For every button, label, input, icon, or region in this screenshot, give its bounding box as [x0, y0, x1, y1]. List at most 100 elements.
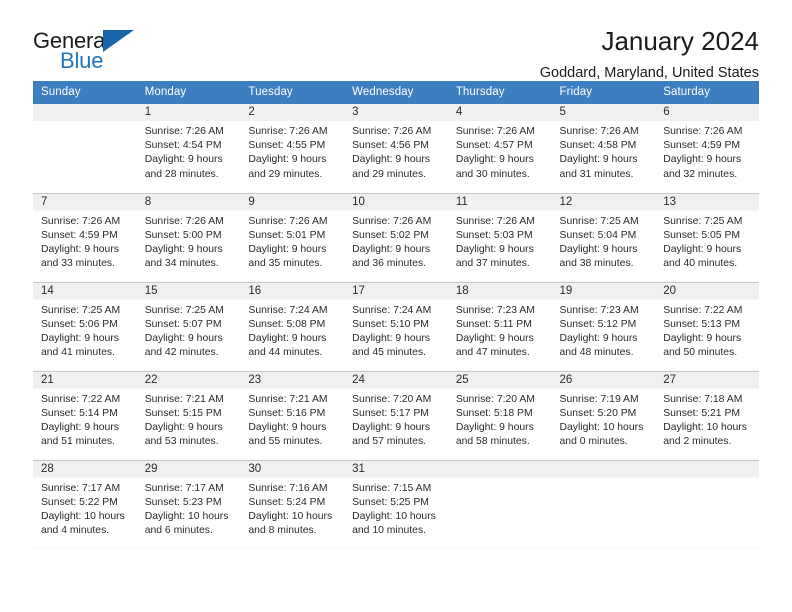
calendar-day-cell[interactable]: 14 Sunrise: 7:25 AM Sunset: 5:06 PM Dayligh… [33, 281, 137, 371]
daylight-text-line1: Daylight: 9 hours [144, 332, 223, 344]
title-block: January 2024 Goddard, Maryland, United S… [143, 26, 759, 83]
calendar-day-cell[interactable]: 11 Sunrise: 7:26 AM Sunset: 5:03 PM Dayligh… [447, 192, 552, 282]
day-number: 4 [455, 106, 463, 118]
sunrise-text: Sunrise: 7:25 AM [559, 215, 639, 227]
day-number: 14 [41, 284, 54, 297]
calendar-day-cell[interactable]: 3 Sunrise: 7:26 AM Sunset: 4:56 PM Daylight… [344, 104, 448, 193]
page-subtitle: Goddard, Maryland, United States [539, 65, 759, 81]
day-number: 19 [559, 284, 573, 297]
general-blue-logo[interactable]: General Blue [33, 26, 143, 74]
day-number: 24 [352, 373, 365, 386]
day-cell-inner: 19 Sunrise: 7:23 AM Sunset: 5:12 PM Dayligh… [552, 283, 656, 371]
calendar-day-cell[interactable]: 10 Sunrise: 7:26 AM Sunset: 5:02 PM Dayligh… [344, 192, 448, 282]
day-detail-lines: Sunrise: 7:26 AM Sunset: 4:57 PM Daylight:… [456, 121, 545, 182]
calendar-day-cell[interactable]: 24 Sunrise: 7:20 AM Sunset: 5:17 PM Dayligh… [344, 370, 448, 460]
day-number: 6 [663, 106, 670, 118]
page-header: General Blue January 2024 Goddard, Maryl… [33, 0, 759, 81]
daylight-text-line2: and 50 minutes. [663, 347, 738, 359]
day-detail-lines: Sunrise: 7:18 AM Sunset: 5:21 PM Daylight:… [663, 389, 752, 450]
calendar-day-cell[interactable]: 31 Sunrise: 7:15 AM Sunset: 5:25 PM Dayligh… [344, 459, 448, 549]
calendar-day-cell[interactable]: 4 Sunrise: 7:26 AM Sunset: 4:57 PM Daylight… [447, 104, 552, 193]
sunset-text: Sunset: 4:58 PM [559, 140, 637, 152]
calendar-day-cell[interactable]: 9 Sunrise: 7:26 AM Sunset: 5:01 PM Daylight… [240, 192, 345, 282]
calendar-day-cell[interactable]: 23 Sunrise: 7:21 AM Sunset: 5:16 PM Dayligh… [240, 370, 345, 460]
calendar-day-cell[interactable]: 16 Sunrise: 7:24 AM Sunset: 5:08 PM Dayligh… [240, 281, 345, 371]
day-number: 25 [455, 373, 469, 386]
day-cell-inner: 26 Sunrise: 7:19 AM Sunset: 5:20 PM Dayligh… [552, 372, 656, 460]
daylight-text-line2: and 48 minutes. [559, 347, 634, 359]
calendar-day-cell[interactable]: 20 Sunrise: 7:22 AM Sunset: 5:13 PM Dayligh… [655, 281, 759, 371]
calendar-day-cell[interactable]: 5 Sunrise: 7:26 AM Sunset: 4:58 PM Daylight… [551, 104, 656, 193]
calendar-day-cell[interactable]: 13 Sunrise: 7:25 AM Sunset: 5:05 PM Dayligh… [655, 192, 759, 282]
daylight-text-line2: and 53 minutes. [144, 436, 219, 448]
sunset-text: Sunset: 5:23 PM [144, 496, 222, 508]
daylight-text-line2: and 30 minutes. [455, 168, 530, 180]
sunset-text: Sunset: 5:16 PM [248, 407, 326, 419]
sunrise-text: Sunrise: 7:20 AM [455, 393, 535, 405]
day-number [456, 461, 545, 478]
calendar-day-cell[interactable]: 7 Sunrise: 7:26 AM Sunset: 4:59 PM Daylight… [33, 192, 137, 282]
day-detail-lines: Sunrise: 7:26 AM Sunset: 5:03 PM Daylight:… [456, 211, 545, 272]
calendar-day-cell[interactable]: 22 Sunrise: 7:21 AM Sunset: 5:15 PM Dayligh… [136, 370, 241, 460]
day-detail-lines: Sunrise: 7:25 AM Sunset: 5:04 PM Daylight:… [560, 211, 649, 272]
day-cell-inner: 27 Sunrise: 7:18 AM Sunset: 5:21 PM Dayligh… [655, 372, 759, 460]
day-cell-inner: 17 Sunrise: 7:24 AM Sunset: 5:10 PM Dayligh… [344, 283, 448, 371]
day-cell-inner: 2 Sunrise: 7:26 AM Sunset: 4:55 PM Daylight… [240, 104, 344, 192]
calendar-week-row: 14 Sunrise: 7:25 AM Sunset: 5:06 PM Dayligh… [33, 281, 759, 371]
weekday-header-sunday: Sunday [33, 81, 137, 104]
day-cell-inner: 4 Sunrise: 7:26 AM Sunset: 4:57 PM Daylight… [448, 104, 552, 192]
sunset-text: Sunset: 4:59 PM [41, 229, 118, 241]
sunrise-text: Sunrise: 7:23 AM [559, 304, 639, 316]
daylight-text-line2: and 6 minutes. [144, 525, 213, 537]
day-detail-lines: Sunrise: 7:25 AM Sunset: 5:06 PM Daylight:… [41, 300, 130, 361]
sunrise-text: Sunrise: 7:17 AM [144, 482, 224, 494]
calendar-day-cell[interactable]: 8 Sunrise: 7:26 AM Sunset: 5:00 PM Daylight… [136, 192, 241, 282]
calendar-day-cell[interactable]: 2 Sunrise: 7:26 AM Sunset: 4:55 PM Daylight… [240, 104, 345, 193]
calendar-day-cell[interactable]: 1 Sunrise: 7:26 AM Sunset: 4:54 PM Daylight… [136, 104, 241, 193]
calendar-day-cell[interactable]: 21 Sunrise: 7:22 AM Sunset: 5:14 PM Dayligh… [33, 370, 137, 460]
calendar-day-cell[interactable]: 12 Sunrise: 7:25 AM Sunset: 5:04 PM Dayligh… [551, 192, 656, 282]
calendar-day-cell[interactable]: 30 Sunrise: 7:16 AM Sunset: 5:24 PM Dayligh… [240, 459, 345, 549]
day-detail-lines: Sunrise: 7:22 AM Sunset: 5:14 PM Daylight:… [41, 389, 130, 450]
weekday-header-saturday: Saturday [655, 81, 759, 104]
calendar-day-cell[interactable]: 17 Sunrise: 7:24 AM Sunset: 5:10 PM Dayligh… [344, 281, 448, 371]
day-detail-lines: Sunrise: 7:26 AM Sunset: 4:59 PM Daylight:… [663, 121, 752, 182]
day-cell-inner: 11 Sunrise: 7:26 AM Sunset: 5:03 PM Dayligh… [448, 194, 552, 282]
calendar-day-cell[interactable]: 28 Sunrise: 7:17 AM Sunset: 5:22 PM Dayligh… [33, 459, 137, 549]
day-number: 7 [41, 195, 48, 208]
calendar-day-cell[interactable]: 26 Sunrise: 7:19 AM Sunset: 5:20 PM Dayligh… [551, 370, 656, 460]
daylight-text-line1: Daylight: 10 hours [144, 510, 229, 522]
sunset-text: Sunset: 5:21 PM [663, 407, 741, 419]
calendar-day-cell[interactable]: 25 Sunrise: 7:20 AM Sunset: 5:18 PM Dayligh… [447, 370, 552, 460]
calendar-day-cell[interactable]: 19 Sunrise: 7:23 AM Sunset: 5:12 PM Dayligh… [551, 281, 656, 371]
daylight-text-line2: and 29 minutes. [352, 168, 427, 180]
day-number [560, 461, 649, 478]
daylight-text-line1: Daylight: 10 hours [248, 510, 333, 522]
daylight-text-line1: Daylight: 9 hours [248, 243, 327, 255]
daylight-text-line1: Daylight: 9 hours [144, 243, 223, 255]
calendar-day-cell[interactable]: 6 Sunrise: 7:26 AM Sunset: 4:59 PM Daylight… [655, 104, 759, 193]
calendar-day-cell[interactable]: 18 Sunrise: 7:23 AM Sunset: 5:11 PM Dayligh… [447, 281, 552, 371]
calendar-day-cell[interactable]: 15 Sunrise: 7:25 AM Sunset: 5:07 PM Dayligh… [136, 281, 241, 371]
day-detail-lines: Sunrise: 7:26 AM Sunset: 4:59 PM Daylight:… [41, 211, 130, 272]
calendar-day-cell[interactable]: 29 Sunrise: 7:17 AM Sunset: 5:23 PM Dayligh… [136, 459, 241, 549]
daylight-text-line1: Daylight: 9 hours [248, 421, 327, 433]
daylight-text-line1: Daylight: 9 hours [455, 421, 534, 433]
day-detail-lines: Sunrise: 7:17 AM Sunset: 5:23 PM Daylight:… [145, 478, 234, 539]
day-detail-lines: Sunrise: 7:25 AM Sunset: 5:07 PM Daylight:… [145, 300, 234, 361]
day-detail-lines: Sunrise: 7:26 AM Sunset: 5:01 PM Daylight:… [248, 211, 337, 272]
day-cell-inner: 16 Sunrise: 7:24 AM Sunset: 5:08 PM Dayligh… [240, 283, 344, 371]
day-number: 20 [663, 284, 677, 297]
calendar-day-cell[interactable]: 27 Sunrise: 7:18 AM Sunset: 5:21 PM Dayligh… [655, 370, 759, 460]
daylight-text-line1: Daylight: 9 hours [663, 332, 742, 344]
day-detail-lines: Sunrise: 7:26 AM Sunset: 5:00 PM Daylight:… [145, 211, 234, 272]
sunset-text: Sunset: 5:08 PM [248, 318, 326, 330]
sunrise-text: Sunrise: 7:26 AM [559, 126, 639, 137]
day-cell-inner [655, 461, 759, 549]
day-detail-lines: Sunrise: 7:20 AM Sunset: 5:17 PM Daylight:… [352, 389, 441, 450]
sunrise-text: Sunrise: 7:17 AM [41, 482, 121, 494]
calendar-empty-cell [655, 459, 759, 549]
sunrise-text: Sunrise: 7:26 AM [248, 126, 328, 137]
sunset-text: Sunset: 4:57 PM [455, 140, 533, 152]
day-detail-lines: Sunrise: 7:22 AM Sunset: 5:13 PM Daylight:… [663, 300, 752, 361]
